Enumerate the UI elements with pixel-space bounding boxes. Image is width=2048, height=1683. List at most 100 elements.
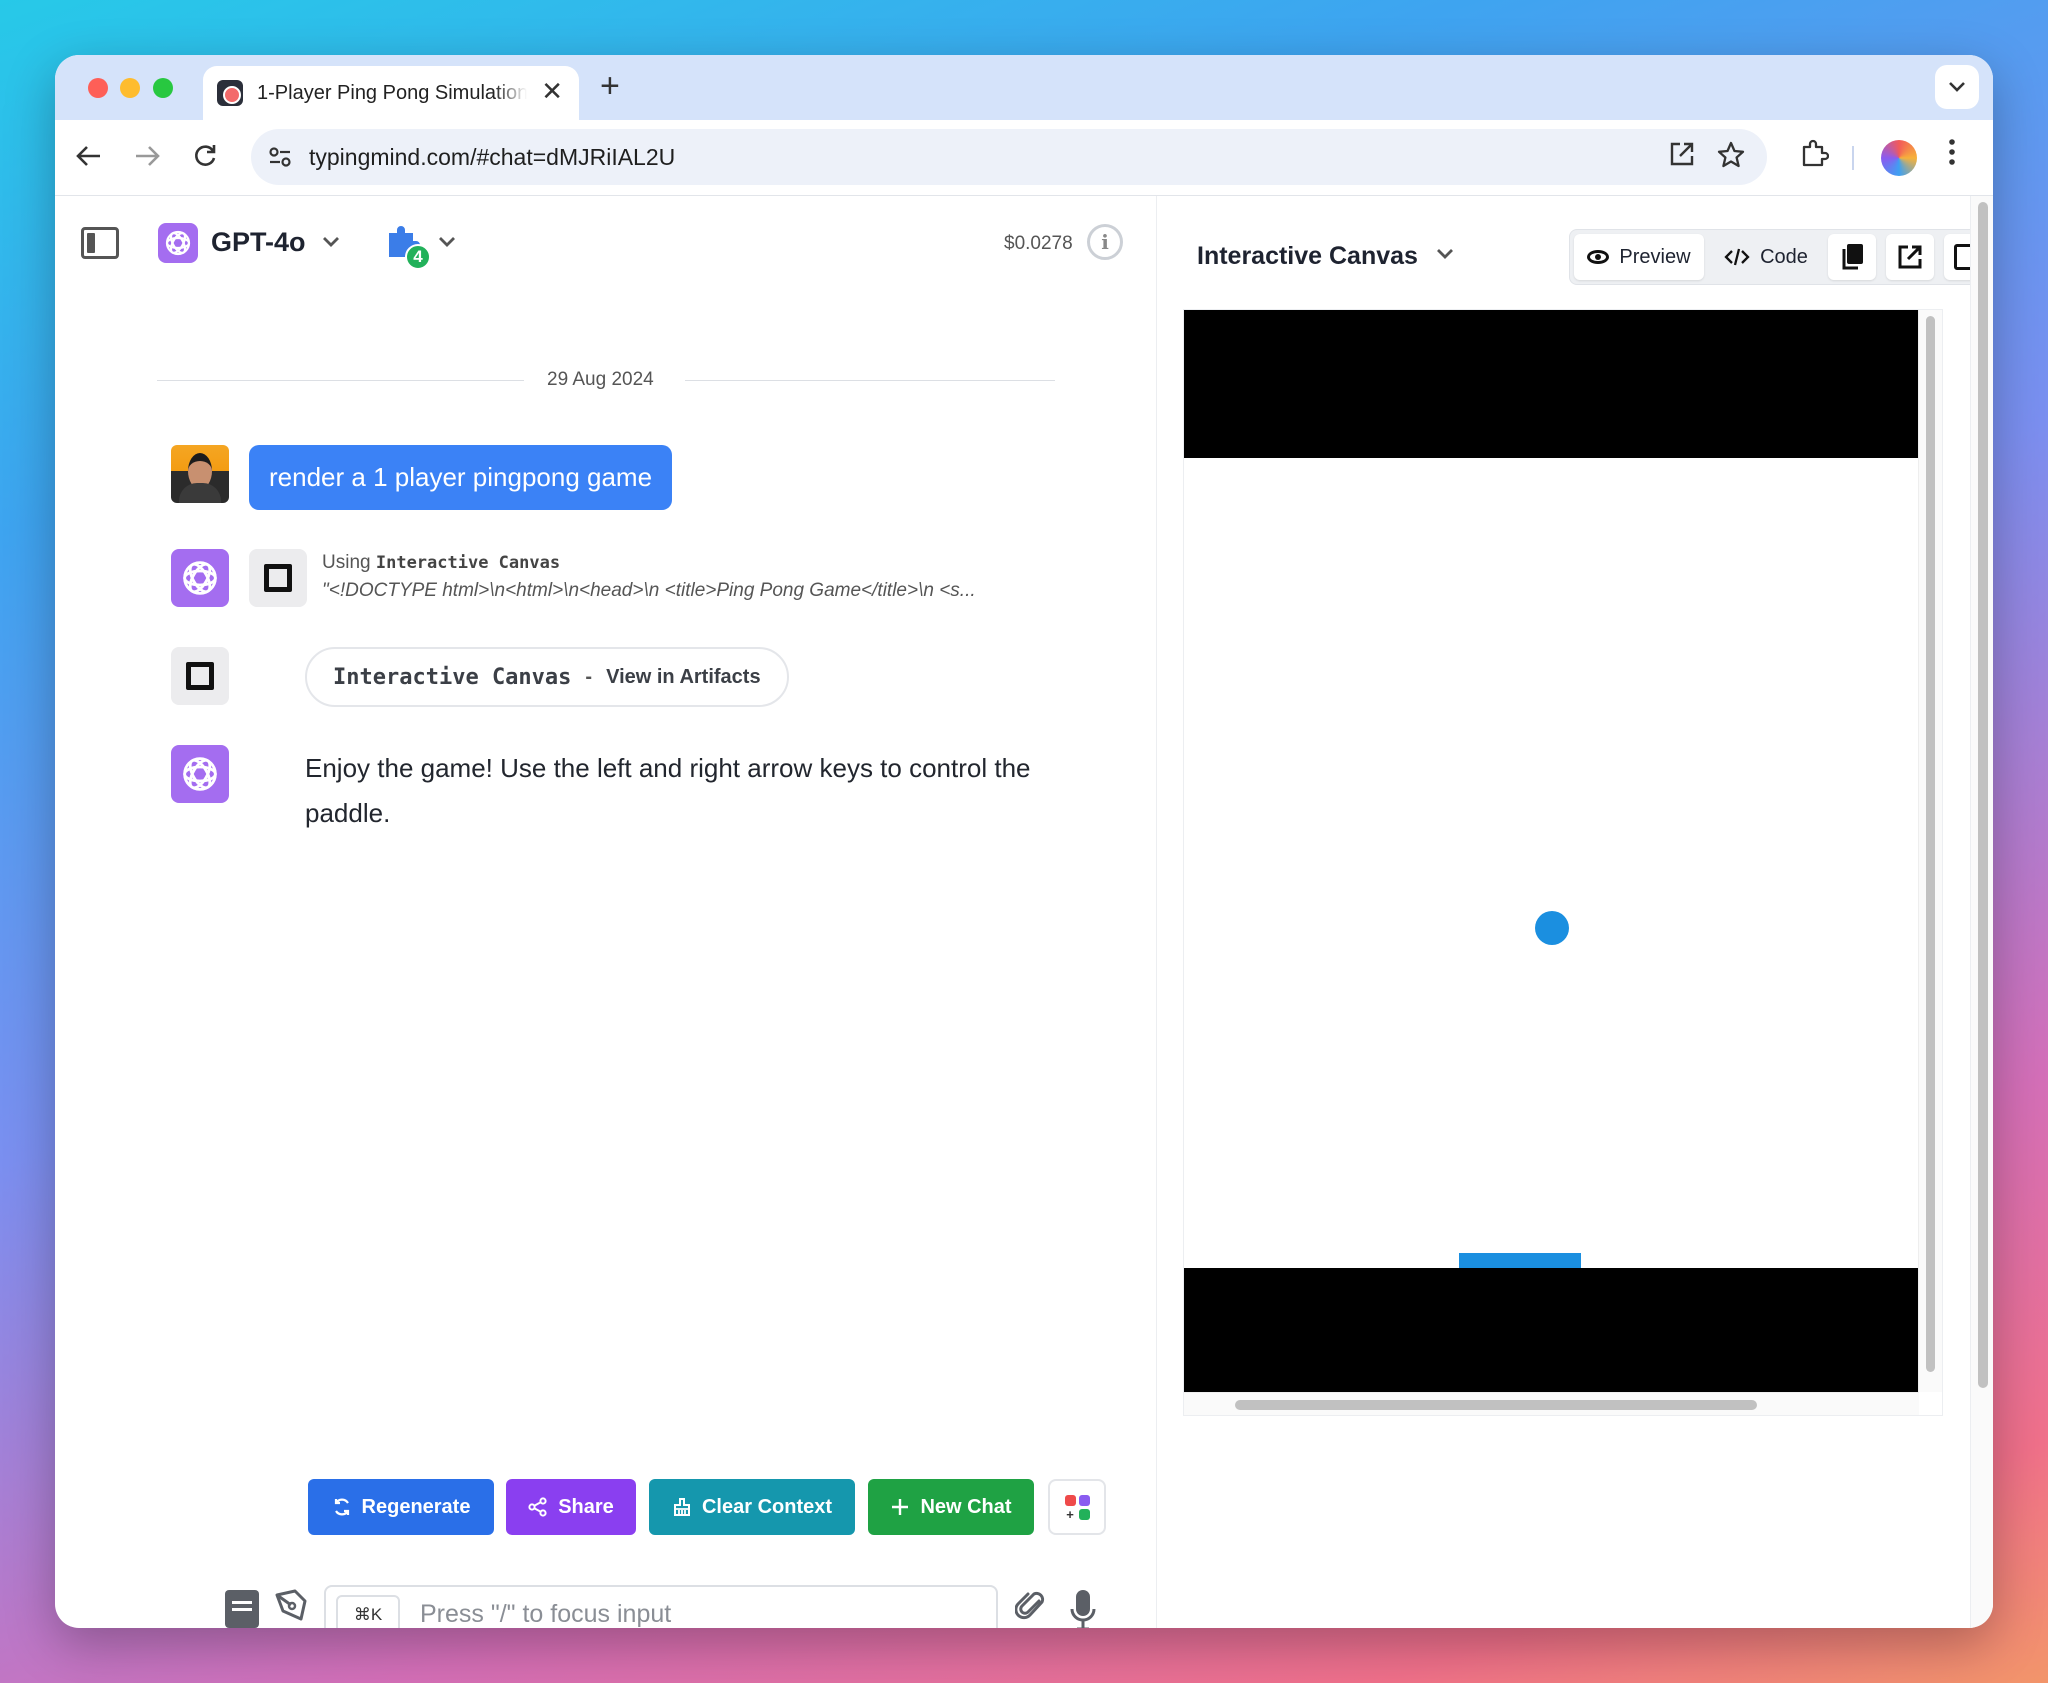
view-in-artifacts-button[interactable]: Interactive Canvas - View in Artifacts [305, 647, 789, 707]
game-canvas[interactable] [1183, 309, 1943, 1416]
tool-name: Interactive Canvas [375, 553, 561, 573]
browser-tab-active[interactable]: 1-Player Ping Pong Simulation ✕ [203, 66, 579, 120]
profile-avatar[interactable] [1881, 140, 1917, 176]
apps-icon[interactable]: + [1048, 1479, 1106, 1535]
puzzle-icon[interactable] [1799, 138, 1830, 175]
kebab-icon[interactable] [1948, 138, 1956, 173]
tab-strip: 1-Player Ping Pong Simulation ✕ + [55, 55, 1993, 120]
reload-icon [195, 145, 216, 166]
forward-button[interactable] [127, 136, 167, 176]
divider [157, 380, 524, 381]
app-dot [1064, 1494, 1076, 1506]
paperclip-icon[interactable] [1014, 1587, 1047, 1628]
code-label: Code [1760, 245, 1808, 268]
tab-close-icon[interactable]: ✕ [541, 76, 563, 107]
page-scrollbar[interactable] [1970, 196, 1993, 1628]
tab-search-button[interactable] [1935, 65, 1979, 109]
arrow-left-icon [76, 146, 100, 166]
pen-icon[interactable] [273, 1587, 309, 1628]
artifact-pane: Interactive Canvas Preview Code [1156, 196, 1993, 1628]
close-window-button[interactable] [88, 78, 108, 98]
game-paddle[interactable] [1459, 1253, 1581, 1268]
prompt-library-icon[interactable] [225, 1590, 259, 1628]
plus-icon [892, 1499, 909, 1515]
tool-code-preview[interactable]: "<!DOCTYPE html>\n<html>\n<head>\n <titl… [322, 580, 1057, 602]
broom-icon [673, 1498, 690, 1516]
code-tab[interactable]: Code [1710, 234, 1822, 280]
microphone-icon[interactable] [1070, 1589, 1096, 1628]
model-selector[interactable]: GPT-4o [211, 227, 306, 258]
new-chat-button[interactable]: New Chat [868, 1479, 1034, 1535]
scrollbar-thumb[interactable] [1978, 202, 1988, 1388]
chat-pane: GPT-4o 4 $0.0278 i 29 Aug 2024 render a … [55, 196, 1156, 1628]
chevron-down-icon[interactable] [322, 228, 340, 254]
sidebar-toggle-icon[interactable] [81, 227, 119, 259]
scrollbar-thumb[interactable] [1926, 316, 1935, 1372]
star-icon[interactable] [1717, 141, 1745, 176]
copy-button[interactable] [1828, 234, 1876, 280]
chevron-down-icon[interactable] [438, 228, 456, 254]
scrollbar-thumb[interactable] [1235, 1400, 1757, 1410]
chevron-down-icon [1949, 82, 1965, 92]
game-top-wall [1184, 310, 1919, 458]
preview-tab[interactable]: Preview [1574, 234, 1704, 280]
share-icon [528, 1497, 547, 1517]
info-icon[interactable]: i [1087, 224, 1123, 260]
app-dot [1078, 1494, 1090, 1506]
game-bottom-wall [1184, 1268, 1919, 1392]
assistant-message: Enjoy the game! Use the left and right a… [305, 753, 1031, 828]
toolbar-divider [1852, 146, 1854, 170]
chat-input[interactable]: ⌘K Press "/" to focus input [324, 1585, 998, 1628]
minimize-window-button[interactable] [120, 78, 140, 98]
arrow-right-icon [136, 146, 160, 166]
favicon-icon [217, 80, 243, 106]
page-content: GPT-4o 4 $0.0278 i 29 Aug 2024 render a … [55, 196, 1993, 1628]
canvas-tool-icon [171, 647, 229, 705]
assistant-avatar [171, 549, 229, 607]
openai-logo-icon[interactable] [158, 223, 198, 263]
tab-title: 1-Player Ping Pong Simulation [257, 81, 527, 104]
open-in-new-window-button[interactable] [1886, 234, 1934, 280]
app-dot: + [1064, 1506, 1076, 1522]
app-dot [1078, 1508, 1090, 1520]
divider [685, 380, 1055, 381]
regenerate-button[interactable]: Regenerate [308, 1479, 494, 1535]
canvas-horizontal-scrollbar[interactable] [1184, 1392, 1919, 1415]
open-external-icon [1898, 245, 1922, 269]
address-bar[interactable]: typingmind.com/#chat=dMJRiIAL2U [251, 129, 1767, 185]
artifact-toolbar: Preview Code [1569, 229, 1993, 285]
regenerate-label: Regenerate [361, 1495, 471, 1518]
browser-toolbar: typingmind.com/#chat=dMJRiIAL2U [55, 120, 1993, 196]
new-tab-button[interactable]: + [600, 67, 620, 106]
new-chat-label: New Chat [920, 1495, 1012, 1518]
url-text[interactable]: typingmind.com/#chat=dMJRiIAL2U [309, 144, 675, 171]
back-button[interactable] [69, 136, 109, 176]
chat-date: 29 Aug 2024 [547, 369, 654, 390]
game-ball [1535, 911, 1569, 945]
cost-display: $0.0278 [1004, 233, 1073, 254]
openai-logo-icon [183, 561, 217, 595]
artifact-separator: - [585, 665, 593, 688]
preview-label: Preview [1619, 245, 1691, 268]
square-icon [264, 564, 292, 592]
chevron-down-icon[interactable] [1436, 240, 1454, 266]
canvas-tool-icon [249, 549, 307, 607]
open-external-icon[interactable] [1669, 141, 1695, 174]
user-message-bubble[interactable]: render a 1 player pingpong game [249, 445, 673, 510]
share-button[interactable]: Share [506, 1479, 636, 1535]
artifact-name: Interactive Canvas [333, 664, 572, 690]
assistant-avatar [171, 745, 229, 803]
reload-button[interactable] [185, 136, 225, 176]
square-icon [186, 662, 214, 690]
plugin-count-badge: 4 [405, 244, 431, 270]
canvas-vertical-scrollbar[interactable] [1918, 310, 1942, 1392]
artifact-link: View in Artifacts [606, 665, 761, 688]
artifact-title[interactable]: Interactive Canvas [1197, 242, 1418, 271]
tune-icon[interactable] [265, 142, 295, 172]
maximize-window-button[interactable] [153, 78, 173, 98]
regenerate-icon [334, 1498, 349, 1516]
clear-context-button[interactable]: Clear Context [649, 1479, 855, 1535]
openai-logo-icon [183, 757, 217, 791]
share-label: Share [558, 1495, 614, 1518]
tool-using-prefix: Using [322, 552, 371, 573]
